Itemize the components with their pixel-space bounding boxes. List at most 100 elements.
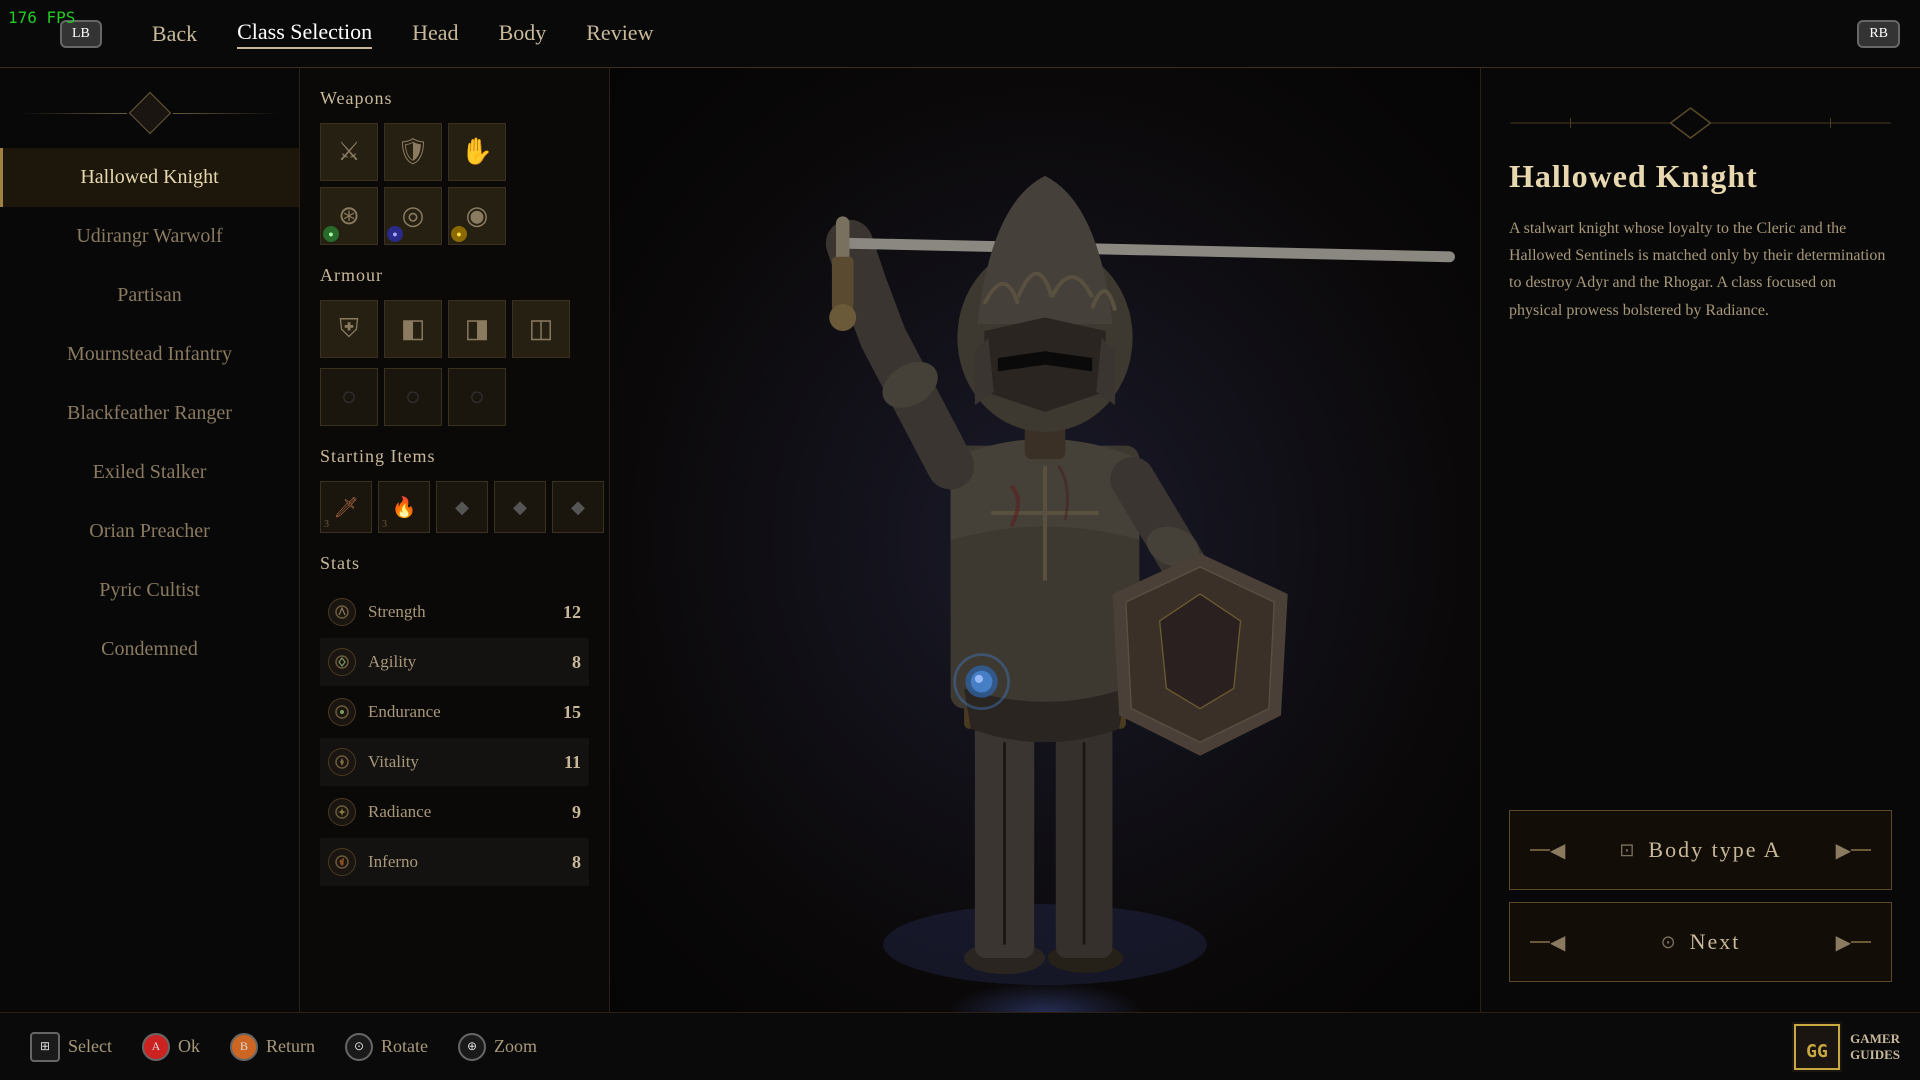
tab-body[interactable]: Body — [499, 20, 547, 48]
class-info-panel: Hallowed Knight A stalwart knight whose … — [1480, 68, 1920, 1012]
rb-button[interactable]: RB — [1857, 20, 1900, 48]
next-text: Next — [1690, 929, 1741, 955]
item-count-2: 3 — [382, 519, 387, 530]
starting-item-3[interactable]: ◆ — [436, 481, 488, 533]
action-rotate: ⊙ Rotate — [345, 1033, 428, 1061]
next-button[interactable]: ◀ ⊙ Next ▶ — [1509, 902, 1892, 982]
armour-grid-1: ⛨ ◧ ◨ ◫ — [320, 300, 589, 358]
body-type-arrow-right: ▶ — [1836, 838, 1851, 863]
armour-slot-2[interactable]: ◧ — [384, 300, 442, 358]
stat-row-strength: Strength 12 — [320, 588, 589, 636]
starting-item-4[interactable]: ◆ — [494, 481, 546, 533]
stats-section-title: Stats — [320, 553, 589, 574]
badge-yellow: ● — [451, 226, 467, 242]
weapon-slot-1[interactable]: ⚔ — [320, 123, 378, 181]
armour-slot-6[interactable]: ○ — [384, 368, 442, 426]
selected-class-title: Hallowed Knight — [1509, 158, 1892, 195]
class-item-orian-preacher[interactable]: Orian Preacher — [0, 502, 299, 561]
starting-item-1[interactable]: 🗡 3 — [320, 481, 372, 533]
select-button-icon: ⊞ — [30, 1032, 60, 1062]
spacer — [1509, 324, 1892, 810]
class-item-condemned[interactable]: Condemned — [0, 620, 299, 679]
shield-icon: 🛡 — [396, 137, 429, 167]
action-zoom: ⊕ Zoom — [458, 1033, 537, 1061]
sword-icon: ⚔ — [337, 137, 360, 167]
weapon-slot-2[interactable]: 🛡 — [384, 123, 442, 181]
gamer-guides-text: GAMERGUIDES — [1850, 1031, 1900, 1062]
inferno-icon — [328, 848, 356, 876]
right-panel-ornament — [1509, 98, 1892, 148]
armour-slot-1[interactable]: ⛨ — [320, 300, 378, 358]
item-count-1: 3 — [324, 519, 329, 530]
action-ok: A Ok — [142, 1033, 200, 1061]
back-button[interactable]: Back — [152, 21, 197, 47]
weapon-slot-6[interactable]: ◉ ● — [448, 187, 506, 245]
top-ornament — [20, 88, 280, 138]
tab-head[interactable]: Head — [412, 20, 458, 48]
vitality-label: Vitality — [368, 752, 564, 772]
tab-class-selection[interactable]: Class Selection — [237, 19, 372, 49]
endurance-icon — [328, 698, 356, 726]
weapons-section-title: Weapons — [320, 88, 589, 109]
body-type-arrow-left: ◀ — [1550, 838, 1565, 863]
hand-icon: ✋ — [461, 137, 493, 167]
class-item-blackfeather-ranger[interactable]: Blackfeather Ranger — [0, 384, 299, 443]
armour-slot-3[interactable]: ◨ — [448, 300, 506, 358]
class-item-partisan[interactable]: Partisan — [0, 266, 299, 325]
gamer-guides-logo: GG GAMERGUIDES — [1792, 1022, 1900, 1072]
weapons-grid: ⚔ 🛡 ✋ ⊛ ● ◎ ● ◉ ● — [320, 123, 589, 245]
armour-slot-7[interactable]: ○ — [448, 368, 506, 426]
badge-green: ● — [323, 226, 339, 242]
gloves-icon: ◨ — [465, 314, 490, 344]
class-item-mournstead-infantry[interactable]: Mournstead Infantry — [0, 325, 299, 384]
starting-item-2[interactable]: 🔥 3 — [378, 481, 430, 533]
item5-icon: ◆ — [571, 497, 585, 518]
bottom-bar: ⊞ Select A Ok B Return ⊙ Rotate ⊕ Zoom G… — [0, 1012, 1920, 1080]
body-type-button[interactable]: ◀ ⊡ Body type A ▶ — [1509, 810, 1892, 890]
helm-icon: ⛨ — [339, 314, 359, 345]
class-list-panel: Hallowed Knight Udirangr Warwolf Partisa… — [0, 68, 300, 1012]
starting-item-5[interactable]: ◆ — [552, 481, 604, 533]
ornament-line-right — [173, 113, 280, 114]
ornament-svg — [1509, 98, 1892, 148]
tab-review[interactable]: Review — [586, 20, 653, 48]
armour-slot-4[interactable]: ◫ — [512, 300, 570, 358]
weapon-slot-5[interactable]: ◎ ● — [384, 187, 442, 245]
empty-icon-3: ○ — [469, 382, 485, 412]
vitality-value: 11 — [564, 752, 581, 773]
top-nav: 176 FPS LB Back Class Selection Head Bod… — [0, 0, 1920, 68]
strength-label: Strength — [368, 602, 563, 622]
next-icon: ⊙ — [1661, 932, 1678, 953]
weapon-slot-3[interactable]: ✋ — [448, 123, 506, 181]
character-viewport — [610, 68, 1480, 1012]
starting-items-section-title: Starting Items — [320, 446, 589, 467]
action-return: B Return — [230, 1033, 315, 1061]
armour-slot-5[interactable]: ○ — [320, 368, 378, 426]
select-label: Select — [68, 1036, 112, 1057]
item-icon-1: ⊛ — [338, 201, 360, 231]
strength-value: 12 — [563, 602, 581, 623]
character-preview — [610, 68, 1480, 1012]
endurance-label: Endurance — [368, 702, 563, 722]
return-label: Return — [266, 1036, 315, 1057]
agility-icon — [328, 648, 356, 676]
agility-value: 8 — [572, 652, 581, 673]
class-item-udirangr-warwolf[interactable]: Udirangr Warwolf — [0, 207, 299, 266]
ornament-line-left — [20, 113, 127, 114]
stat-row-inferno: Inferno 8 — [320, 838, 589, 886]
stats-section: Strength 12 Agility 8 Endurance 15 Vital… — [320, 588, 589, 886]
body-type-label: ⊡ Body type A — [1619, 837, 1781, 863]
vitality-icon — [328, 748, 356, 776]
armour-section-title: Armour — [320, 265, 589, 286]
class-item-exiled-stalker[interactable]: Exiled Stalker — [0, 443, 299, 502]
empty-icon-1: ○ — [341, 382, 357, 412]
class-item-pyric-cultist[interactable]: Pyric Cultist — [0, 561, 299, 620]
stat-row-radiance: Radiance 9 — [320, 788, 589, 836]
weapon-slot-4[interactable]: ⊛ ● — [320, 187, 378, 245]
item3-icon: ◆ — [455, 497, 469, 518]
item-icon-2: ◎ — [402, 201, 425, 231]
starting-items-grid: 🗡 3 🔥 3 ◆ ◆ ◆ — [320, 481, 589, 533]
ornament-diamond — [128, 92, 170, 134]
class-item-hallowed-knight[interactable]: Hallowed Knight — [0, 148, 299, 207]
radiance-label: Radiance — [368, 802, 572, 822]
